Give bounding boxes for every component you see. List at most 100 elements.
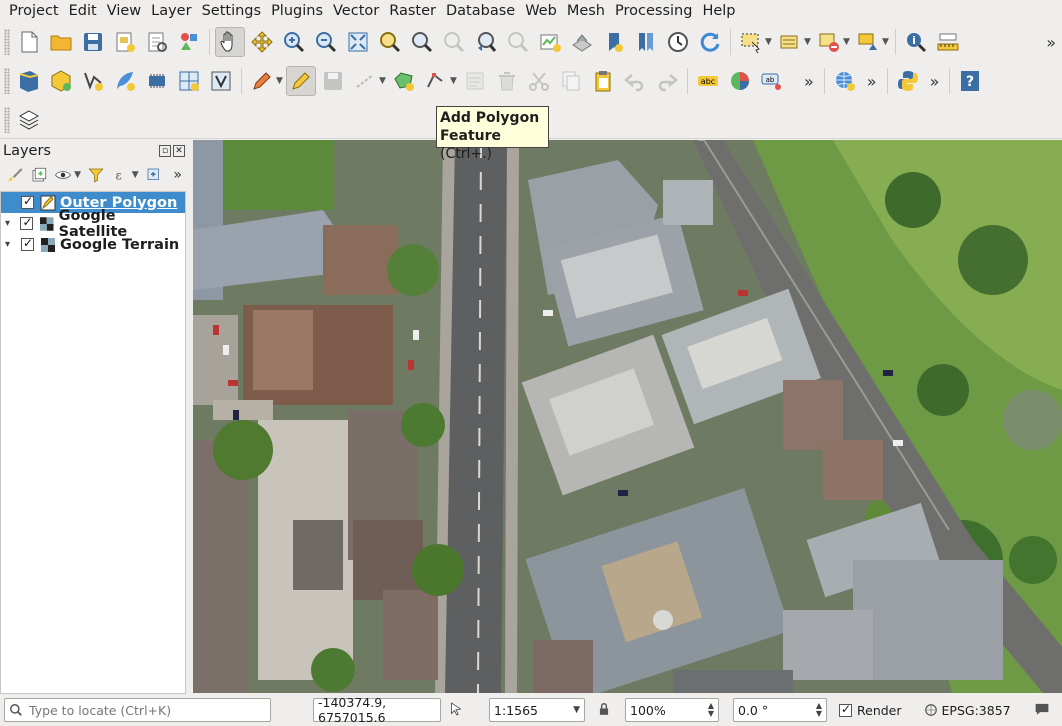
vertex-tool-button[interactable] [421, 66, 451, 96]
chevron-down-icon[interactable]: ▼ [132, 170, 141, 180]
menu-plugins[interactable]: Plugins [266, 0, 328, 22]
menu-help[interactable]: Help [697, 0, 740, 22]
help-button[interactable]: ? [955, 66, 985, 96]
chevron-down-icon[interactable]: ▼ [379, 76, 388, 86]
crs-button[interactable]: EPSG:3857 [924, 703, 1011, 718]
layer-row-google-terrain[interactable]: ▾ Google Terrain [1, 234, 185, 255]
chevron-down-icon[interactable]: ▼ [450, 76, 459, 86]
delete-selected-button[interactable] [492, 66, 522, 96]
zoom-native-button[interactable] [439, 27, 469, 57]
current-edits-button[interactable] [247, 66, 277, 96]
menu-vector[interactable]: Vector [328, 0, 384, 22]
spin-arrows-icon[interactable]: ▲ ▼ [816, 702, 822, 718]
menu-raster[interactable]: Raster [384, 0, 441, 22]
menu-mesh[interactable]: Mesh [562, 0, 610, 22]
coordinate-field[interactable]: -140374.9, 6757015.6 [313, 695, 441, 725]
float-panel-icon[interactable]: ▫ [159, 145, 171, 157]
filter-legend-button[interactable] [86, 164, 107, 186]
layer-row-google-satellite[interactable]: ▾ Google Satellite [1, 208, 185, 240]
data-source-manager-button[interactable] [14, 66, 44, 96]
modify-attributes-button[interactable] [460, 66, 490, 96]
new-bookmark-button[interactable] [599, 27, 629, 57]
new-3d-view-button[interactable] [567, 27, 597, 57]
redo-button[interactable] [652, 66, 682, 96]
toolbar-overflow-icon[interactable]: » [924, 72, 946, 91]
toolbar-handle[interactable] [4, 106, 10, 133]
paste-features-button[interactable] [588, 66, 618, 96]
layer-labeling-button[interactable]: ab [757, 66, 787, 96]
zoom-full-button[interactable] [343, 27, 373, 57]
open-styling-button[interactable] [4, 164, 25, 186]
new-shapefile-layer-button[interactable] [78, 66, 108, 96]
layout-manager-button[interactable] [142, 27, 172, 57]
chevron-down-icon[interactable]: ▼ [765, 37, 774, 47]
label-toolbar-button[interactable]: abc [693, 66, 723, 96]
manage-map-themes-button[interactable] [52, 164, 73, 186]
menu-database[interactable]: Database [441, 0, 520, 22]
toggle-editing-button[interactable] [286, 66, 316, 96]
chevron-down-icon[interactable]: ▼ [74, 170, 83, 180]
zoom-in-button[interactable] [279, 27, 309, 57]
add-polygon-feature-button[interactable] [389, 66, 419, 96]
toolbar-overflow-icon[interactable]: » [1040, 33, 1062, 52]
select-location-button[interactable] [853, 27, 883, 57]
style-manager-button[interactable] [174, 27, 204, 57]
add-group-button[interactable] [28, 164, 49, 186]
layer-visibility-checkbox[interactable] [21, 236, 34, 251]
expand-all-button[interactable] [143, 164, 164, 186]
new-virtual-layer-button[interactable] [174, 66, 204, 96]
toolbar-handle[interactable] [4, 29, 10, 55]
chevron-down-icon[interactable]: ▼ [276, 76, 285, 86]
open-project-button[interactable] [46, 27, 76, 57]
layers-panel-toggle-button[interactable] [14, 105, 44, 135]
menu-web[interactable]: Web [520, 0, 562, 22]
menu-layer[interactable]: Layer [146, 0, 196, 22]
rotation-spinbox[interactable]: 0.0 ° ▲ ▼ [733, 698, 827, 722]
save-project-button[interactable] [78, 27, 108, 57]
chevron-down-icon[interactable]: ▾ [5, 218, 20, 229]
magnifier-spinbox[interactable]: 100% ▲ ▼ [625, 698, 719, 722]
spin-arrows-icon[interactable]: ▲ ▼ [708, 702, 714, 718]
new-temporary-layer-button[interactable] [142, 66, 172, 96]
layer-visibility-checkbox[interactable] [21, 194, 34, 209]
new-map-view-button[interactable] [535, 27, 565, 57]
zoom-out-button[interactable] [311, 27, 341, 57]
menu-processing[interactable]: Processing [610, 0, 697, 22]
filter-expression-button[interactable]: ε [110, 164, 131, 186]
scale-combobox[interactable]: 1:1565 ▼ [489, 698, 585, 722]
undo-button[interactable] [620, 66, 650, 96]
menu-project[interactable]: Project [4, 0, 64, 22]
chevron-down-icon[interactable]: ▼ [804, 37, 813, 47]
temporal-controller-button[interactable] [663, 27, 693, 57]
zoom-to-selection-button[interactable] [375, 27, 405, 57]
new-print-layout-button[interactable] [110, 27, 140, 57]
attribute-select-button[interactable] [775, 27, 805, 57]
refresh-button[interactable] [695, 27, 725, 57]
chevron-down-icon[interactable]: ▼ [882, 37, 891, 47]
chevron-down-icon[interactable]: ▼ [843, 37, 852, 47]
zoom-to-layer-button[interactable] [407, 27, 437, 57]
toolbar-overflow-icon[interactable]: » [798, 72, 820, 91]
lock-scale-icon[interactable] [597, 701, 611, 720]
new-geopackage-layer-button[interactable] [46, 66, 76, 96]
toolbar-handle[interactable] [4, 68, 10, 94]
diagram-button[interactable] [725, 66, 755, 96]
menu-view[interactable]: View [102, 0, 146, 22]
select-features-button[interactable] [736, 27, 766, 57]
panel-overflow-icon[interactable]: » [167, 167, 188, 183]
render-checkbox[interactable] [839, 702, 852, 717]
coordinate-toggle-icon[interactable] [447, 700, 465, 721]
digitize-segment-button[interactable] [350, 66, 380, 96]
python-console-button[interactable] [893, 66, 923, 96]
menu-settings[interactable]: Settings [197, 0, 266, 22]
measure-button[interactable] [933, 27, 963, 57]
close-panel-icon[interactable]: ✕ [173, 145, 185, 157]
new-virtual-layer-alt-button[interactable] [206, 66, 236, 96]
new-spatialite-layer-button[interactable] [110, 66, 140, 96]
zoom-last-button[interactable] [471, 27, 501, 57]
identify-features-button[interactable]: i [901, 27, 931, 57]
pan-to-selection-button[interactable] [247, 27, 277, 57]
new-project-button[interactable] [14, 27, 44, 57]
map-canvas[interactable] [193, 140, 1062, 693]
copy-features-button[interactable] [556, 66, 586, 96]
